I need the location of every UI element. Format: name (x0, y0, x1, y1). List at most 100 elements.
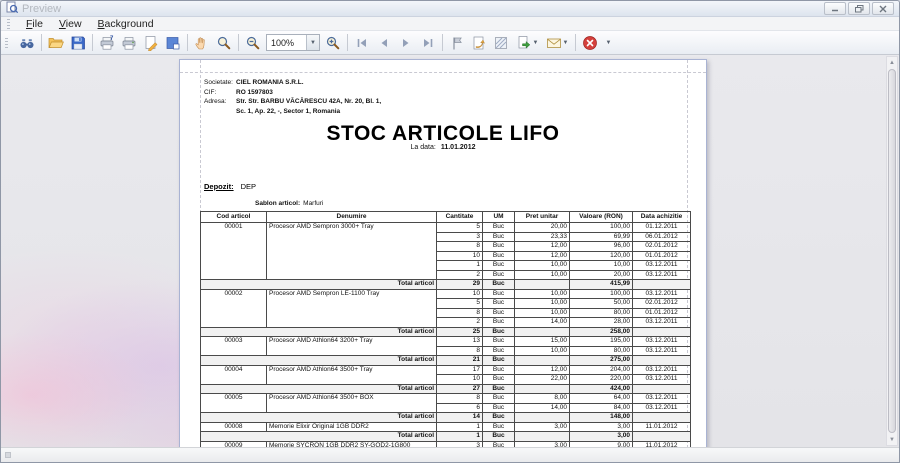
company-header: Societate: CIEL ROMANIA S.R.L. CIF: RO 1… (204, 78, 381, 116)
date-cell: 03.12.2011 (633, 365, 691, 375)
value-cell: 84,00 (570, 403, 633, 413)
value-cell: 10,00 (570, 261, 633, 271)
article-total-row: Total articol1Buc3,00 (201, 432, 691, 442)
qty-cell: 8 (437, 346, 483, 356)
total-um-cell: Buc (483, 280, 515, 290)
email-dropdown-caret-icon[interactable]: ▼ (563, 40, 569, 46)
save-button[interactable] (67, 33, 89, 53)
page-design-button[interactable] (162, 33, 184, 53)
total-date-cell (633, 327, 691, 337)
prev-page-button[interactable] (373, 33, 395, 53)
column-header: Pret unitar (515, 212, 570, 223)
total-qty-cell: 25 (437, 327, 483, 337)
um-cell: Buc (483, 365, 515, 375)
qty-cell: 10 (437, 251, 483, 261)
watermark-button[interactable] (490, 33, 512, 53)
email-icon (546, 35, 562, 51)
value-cell: 80,00 (570, 346, 633, 356)
hand-pan-button[interactable] (191, 33, 213, 53)
date-cell: 03.12.2011 (633, 337, 691, 347)
date-cell: 02.01.2012 (633, 242, 691, 252)
binoculars-icon (19, 35, 35, 51)
total-label: Total articol (201, 384, 437, 394)
zoom-out-icon (245, 35, 261, 51)
combo-caret-icon[interactable]: ▼ (306, 35, 319, 50)
unit-price-cell: 14,00 (515, 318, 570, 328)
column-header: Denumire (267, 212, 437, 223)
qty-cell: 3 (437, 232, 483, 242)
menu-item-background[interactable]: Background (90, 17, 162, 31)
total-price-cell (515, 384, 570, 394)
total-label: Total articol (201, 432, 437, 442)
date-cell: 03.12.2011 (633, 375, 691, 385)
close-window-button[interactable] (872, 2, 894, 15)
um-cell: Buc (483, 422, 515, 432)
article-total-row: Total articol27Buc424,00 (201, 384, 691, 394)
total-qty-cell: 27 (437, 384, 483, 394)
date-value: 11.01.2012 (441, 144, 476, 151)
scrollbar-thumb[interactable] (888, 69, 896, 433)
unit-price-cell: 3,00 (515, 441, 570, 447)
company-address-row: Adresa: Str. Str. BARBU VĂCĂRESCU 42A, N… (204, 97, 381, 116)
svg-text:7: 7 (110, 36, 114, 42)
close-preview-button[interactable] (579, 33, 601, 53)
magnifier-icon (216, 35, 232, 51)
export-dropdown-caret-icon[interactable]: ▼ (533, 40, 539, 46)
last-page-button[interactable] (417, 33, 439, 53)
date-cell: 11.01.2012 (633, 441, 691, 447)
value-cell: 100,00 (570, 289, 633, 299)
um-cell: Buc (483, 337, 515, 347)
total-date-cell (633, 280, 691, 290)
qty-cell: 5 (437, 299, 483, 309)
um-cell: Buc (483, 242, 515, 252)
edit-page-button[interactable] (468, 33, 490, 53)
first-page-button[interactable] (351, 33, 373, 53)
toolbar-grip (5, 38, 8, 48)
report-table-body: 00001Procesor AMD Sempron 3000+ Tray5Buc… (201, 223, 691, 448)
article-detail-row: 00005Procesor AMD Athlon64 3500+ BOX8Buc… (201, 394, 691, 404)
total-label: Total articol (201, 327, 437, 337)
next-page-button[interactable] (395, 33, 417, 53)
date-cell: 01.12.2011 (633, 223, 691, 233)
qty-cell: 2 (437, 318, 483, 328)
open-button[interactable] (45, 33, 67, 53)
date-label: La data: (411, 144, 436, 151)
value-cell: 120,00 (570, 251, 633, 261)
article-code: 00001 (201, 223, 267, 280)
print-dialog-button[interactable]: 7 (96, 33, 118, 53)
unit-price-cell: 20,00 (515, 223, 570, 233)
vertical-scrollbar[interactable]: ▲ ▼ (886, 56, 898, 446)
company-cif-row: CIF: RO 1597803 (204, 88, 381, 98)
toolbar-overflow-button[interactable]: ▼ (601, 33, 615, 53)
find-button[interactable] (16, 33, 38, 53)
email-button[interactable]: ▼ (542, 33, 572, 53)
qty-cell: 8 (437, 394, 483, 404)
menu-item-file[interactable]: File (18, 17, 51, 31)
article-detail-row: 00009Memorie SYCRON 1GB DDR2 SY-GQD2-1G8… (201, 441, 691, 447)
export-button[interactable]: ▼ (512, 33, 542, 53)
zoom-tool-button[interactable] (213, 33, 235, 53)
value-cell: 204,00 (570, 365, 633, 375)
unit-price-cell: 12,00 (515, 251, 570, 261)
article-detail-row: 00001Procesor AMD Sempron 3000+ Tray5Buc… (201, 223, 691, 233)
save-floppy-icon (70, 35, 86, 51)
menu-item-view[interactable]: View (51, 17, 90, 31)
um-cell: Buc (483, 289, 515, 299)
preview-canvas[interactable]: Societate: CIEL ROMANIA S.R.L. CIF: RO 1… (1, 55, 899, 447)
status-grip[interactable] (5, 452, 11, 458)
scroll-up-arrow[interactable]: ▲ (887, 57, 897, 68)
zoom-level-combo[interactable]: 100% ▼ (266, 34, 320, 51)
zoom-in-button[interactable] (322, 33, 344, 53)
bookmark-flag-button[interactable] (446, 33, 468, 53)
company-name-row: Societate: CIEL ROMANIA S.R.L. (204, 78, 381, 88)
zoom-out-button[interactable] (242, 33, 264, 53)
date-cell: 03.12.2011 (633, 261, 691, 271)
column-header: Cantitate (437, 212, 483, 223)
quick-print-button[interactable] (118, 33, 140, 53)
app-icon (6, 0, 18, 18)
scroll-down-arrow[interactable]: ▼ (887, 434, 897, 445)
minimize-button[interactable] (824, 2, 846, 15)
total-label: Total articol (201, 356, 437, 366)
restore-button[interactable] (848, 2, 870, 15)
page-setup-button[interactable] (140, 33, 162, 53)
